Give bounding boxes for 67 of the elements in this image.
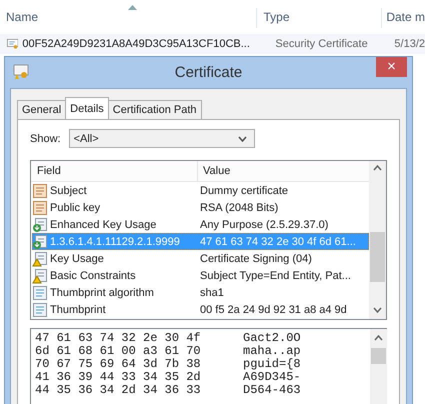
hex-text: A69D345- <box>243 371 301 384</box>
field-name: Subject <box>50 184 88 196</box>
hex-text: pguid={8 <box>243 358 301 371</box>
field-name: Thumbprint <box>50 304 107 316</box>
file-type: Security Certificate <box>275 38 369 50</box>
hex-bytes: 6d 61 68 61 00 a3 61 70 <box>35 345 202 358</box>
scroll-up-icon[interactable] <box>373 165 382 171</box>
field-name: Thumbprint algorithm <box>50 286 155 298</box>
window-title: Certificate <box>174 64 242 80</box>
document-icon <box>32 182 48 198</box>
field-value: RSA (2048 Bits) <box>199 202 278 214</box>
hex-text: D564-463 <box>243 384 301 397</box>
column-header[interactable]: Date m <box>382 8 425 28</box>
field-value: 00 f5 2a 24 9d 92 31 a8 a4 9d <box>199 304 347 316</box>
file-date: 5/13/2 <box>394 38 425 50</box>
field-row[interactable]: Basic Constraints Subject Type=End Entity, Pat... <box>32 267 369 284</box>
field-name: Key Usage <box>50 252 105 264</box>
field-name: Enhanced Key Usage <box>50 218 158 230</box>
warning-document-icon <box>32 268 48 284</box>
scrollbar[interactable] <box>369 161 386 319</box>
file-name[interactable]: 00F52A249D9231A8A49D3C95A13CF10CB... <box>22 38 258 50</box>
document-icon <box>32 302 48 318</box>
hex-bytes: 41 36 39 44 33 34 35 2d <box>35 371 202 384</box>
download-document-icon <box>32 234 48 250</box>
scroll-thumb[interactable] <box>371 348 386 364</box>
hex-bytes: 70 67 75 69 64 3d 7b 38 <box>35 358 202 371</box>
field-row[interactable]: Thumbprint algorithm sha1 <box>32 284 369 301</box>
hex-text: Gact2.0O <box>243 332 301 345</box>
field-name: Basic Constraints <box>50 270 137 282</box>
column-header[interactable]: Name <box>0 8 258 28</box>
field-name: Public key <box>50 202 102 214</box>
scroll-up-icon[interactable] <box>374 335 383 341</box>
chevron-icon <box>238 136 247 142</box>
download-document-icon <box>32 216 48 232</box>
warning-document-icon <box>32 250 48 266</box>
field-value: Any Purpose (2.5.29.37.0) <box>199 218 328 230</box>
field-value: sha1 <box>199 286 224 298</box>
column-header[interactable]: Field <box>31 161 198 181</box>
field-row[interactable]: Public key RSA (2048 Bits) <box>32 199 369 216</box>
column-header[interactable]: Value <box>198 161 369 181</box>
certificate-icon <box>7 37 18 51</box>
hex-bytes: 44 35 36 34 2d 34 36 33 <box>35 384 202 397</box>
field-row[interactable]: Key Usage Certificate Signing (04) <box>32 250 369 267</box>
tab[interactable]: Certification Path <box>108 100 202 119</box>
scroll-thumb[interactable] <box>370 232 385 282</box>
certificate-icon <box>13 64 29 80</box>
hex-text: maha..ap <box>243 345 301 358</box>
field-name: 1.3.6.1.4.1.11129.2.1.9999 <box>50 236 181 248</box>
close-button[interactable]: × <box>376 57 407 77</box>
field-value: Dummy certificate <box>199 184 288 196</box>
show-label: Show: <box>30 132 61 144</box>
column-header[interactable]: Type <box>257 8 382 28</box>
document-icon <box>32 284 48 300</box>
sort-arrow-icon <box>128 5 138 10</box>
hex-bytes: 47 61 63 74 32 2e 30 4f <box>35 332 202 345</box>
field-value: 47 61 63 74 32 2e 30 4f 6d 61... <box>199 236 356 248</box>
scroll-down-icon[interactable] <box>373 307 382 313</box>
field-value: Certificate Signing (04) <box>199 252 312 264</box>
document-icon <box>32 200 48 216</box>
tab[interactable]: Details <box>65 97 109 119</box>
field-row[interactable]: Enhanced Key Usage Any Purpose (2.5.29.37.0) <box>32 216 369 233</box>
field-row[interactable]: Subject Dummy certificate <box>32 182 369 199</box>
field-row[interactable]: Thumbprint 00 f5 2a 24 9d 92 31 a8 a4 9d <box>32 301 369 318</box>
scrollbar[interactable] <box>370 329 387 404</box>
tab[interactable]: General <box>17 100 66 119</box>
show-dropdown[interactable]: <All> <box>68 129 255 148</box>
field-value: Subject Type=End Entity, Pat... <box>199 270 351 282</box>
